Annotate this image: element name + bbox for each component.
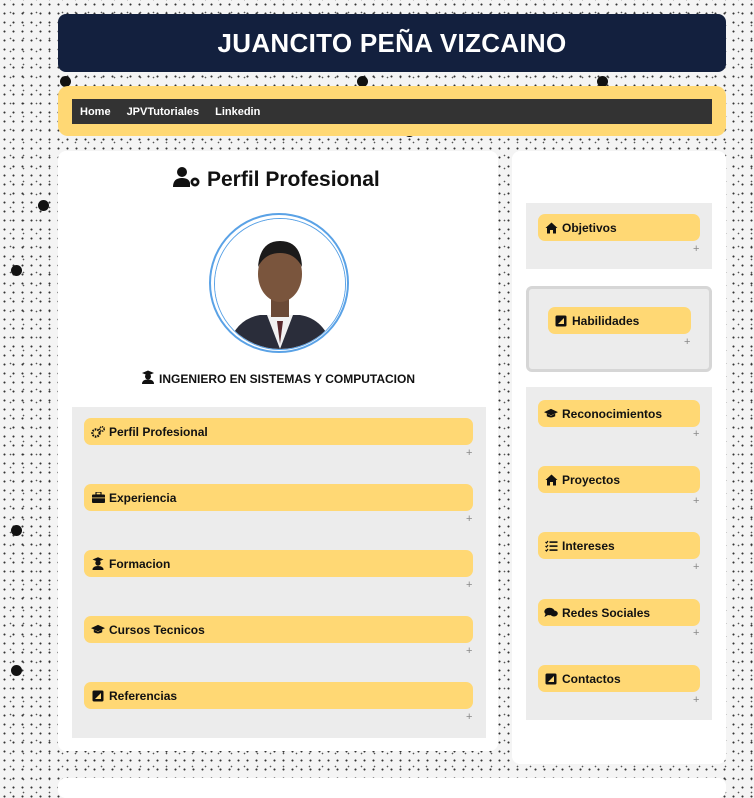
home-icon (544, 473, 558, 487)
side-label: Reconocimientos (562, 406, 663, 421)
accordion-formacion[interactable]: Formacion (84, 550, 473, 577)
accordion-perfil-profesional[interactable]: Perfil Profesional (84, 418, 473, 445)
accordion-item: Formacion + (72, 539, 486, 605)
accordion-referencias[interactable]: Referencias (84, 682, 473, 709)
accordion-label: Perfil Profesional (109, 424, 208, 439)
side-label: Redes Sociales (562, 605, 651, 620)
graduation-cap-icon (91, 623, 105, 637)
expand-toggle[interactable]: + (466, 579, 472, 591)
side-group-habilidades: Habilidades + (526, 286, 712, 372)
accordion-label: Referencias (109, 688, 178, 703)
background-node (11, 265, 22, 276)
briefcase-icon (91, 491, 105, 505)
main-accordion: Perfil Profesional + Experiencia + Forma… (72, 407, 486, 738)
navbar: Home JPVTutoriales Linkedin (72, 99, 712, 124)
address-book-icon (554, 314, 568, 328)
footer-card (58, 778, 726, 798)
gears-icon (91, 425, 105, 439)
expand-toggle[interactable]: + (684, 336, 690, 348)
side-group-objetivos: Objetivos + (526, 203, 712, 269)
nav-link-linkedin[interactable]: Linkedin (215, 106, 260, 118)
site-title: JUANCITO PEÑA VIZCAINO (217, 27, 567, 58)
side-label: Proyectos (562, 472, 621, 487)
accordion-item: Perfil Profesional + (72, 407, 486, 473)
list-check-icon (544, 539, 558, 553)
side-button-reconocimientos[interactable]: Reconocimientos (538, 400, 700, 427)
site-header: JUANCITO PEÑA VIZCAINO (58, 14, 726, 72)
side-button-habilidades[interactable]: Habilidades (548, 307, 691, 334)
expand-toggle[interactable]: + (693, 694, 699, 706)
side-button-proyectos[interactable]: Proyectos (538, 466, 700, 493)
side-label: Habilidades (572, 313, 640, 328)
side-label: Contactos (562, 671, 621, 686)
user-gear-icon (173, 166, 201, 194)
side-button-contactos[interactable]: Contactos (538, 665, 700, 692)
expand-toggle[interactable]: + (466, 711, 472, 723)
expand-toggle[interactable]: + (693, 561, 699, 573)
comments-icon (544, 606, 558, 620)
background-node (11, 525, 22, 536)
address-book-icon (91, 689, 105, 703)
expand-toggle[interactable]: + (466, 513, 472, 525)
accordion-cursos-tecnicos[interactable]: Cursos Tecnicos (84, 616, 473, 643)
nav-wrapper: Home JPVTutoriales Linkedin (58, 86, 726, 136)
expand-toggle[interactable]: + (693, 495, 699, 507)
nav-link-jpvtutoriales[interactable]: JPVTutoriales (127, 106, 200, 118)
expand-toggle[interactable]: + (466, 645, 472, 657)
role-title: INGENIERO EN SISTEMAS Y COMPUTACION (158, 371, 416, 386)
expand-toggle[interactable]: + (693, 428, 699, 440)
accordion-label: Formacion (109, 556, 171, 571)
profile-heading: Perfil Profesional (207, 168, 380, 191)
expand-toggle[interactable]: + (693, 627, 699, 639)
role-line: INGENIERO EN SISTEMAS Y COMPUTACION (58, 370, 498, 387)
graduate-user-icon (141, 370, 155, 387)
expand-toggle[interactable]: + (693, 243, 699, 255)
side-panel: Objetivos + Habilidades + Reconocimiento… (512, 151, 726, 764)
side-button-redes-sociales[interactable]: Redes Sociales (538, 599, 700, 626)
avatar (209, 213, 349, 353)
address-book-icon (544, 672, 558, 686)
accordion-item: Cursos Tecnicos + (72, 605, 486, 671)
graduate-user-icon (91, 557, 105, 571)
side-button-objetivos[interactable]: Objetivos (538, 214, 700, 241)
accordion-experiencia[interactable]: Experiencia (84, 484, 473, 511)
home-icon (544, 221, 558, 235)
background-node (11, 665, 22, 676)
profile-photo (214, 218, 346, 350)
accordion-item: Experiencia + (72, 473, 486, 539)
side-button-intereses[interactable]: Intereses (538, 532, 700, 559)
side-group-list: Reconocimientos + Proyectos + Intereses … (526, 387, 712, 720)
page-title: Perfil Profesional (173, 166, 380, 194)
accordion-item: Referencias + (72, 671, 486, 737)
accordion-label: Experiencia (109, 490, 177, 505)
graduation-cap-icon (544, 407, 558, 421)
accordion-label: Cursos Tecnicos (109, 622, 205, 637)
expand-toggle[interactable]: + (466, 447, 472, 459)
nav-link-home[interactable]: Home (80, 106, 111, 118)
main-panel: Perfil Profesional INGENIERO EN SISTEMAS… (58, 151, 498, 751)
side-label: Objetivos (562, 220, 617, 235)
side-label: Intereses (562, 538, 615, 553)
background-node (38, 200, 49, 211)
